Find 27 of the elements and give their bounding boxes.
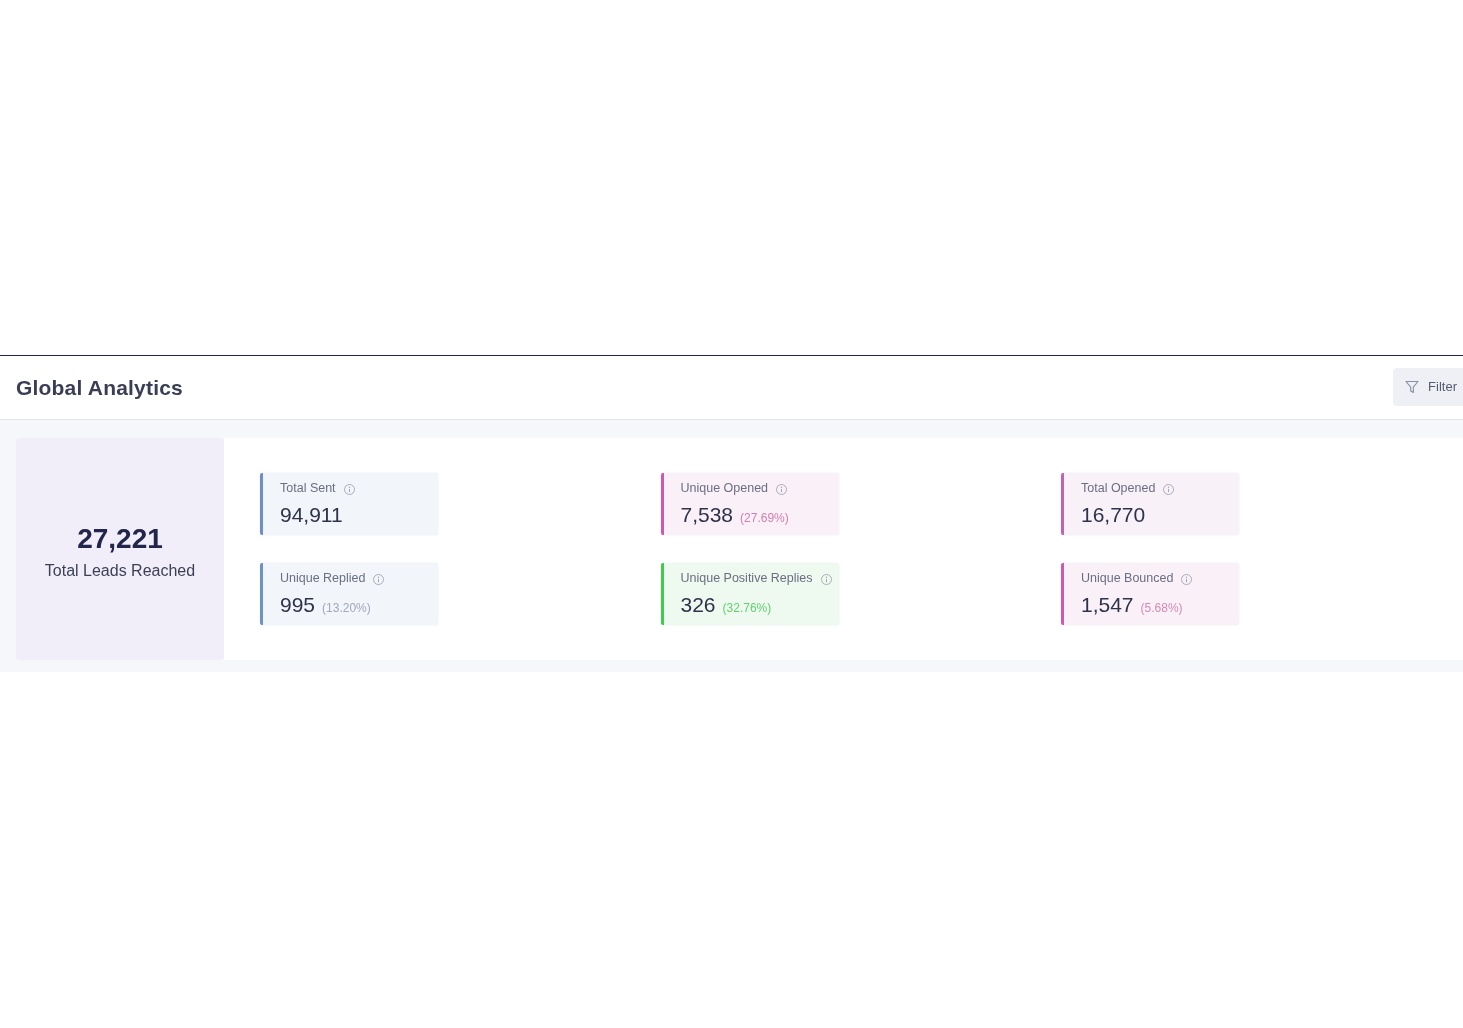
info-icon (1181, 573, 1193, 585)
stat-label: Unique Opened (680, 481, 769, 495)
stat-value: 7,538 (680, 503, 734, 527)
filter-icon (1405, 379, 1420, 394)
stat-value: 94,911 (280, 503, 343, 527)
stat-value: 995 (280, 593, 316, 617)
stat-label: Unique Bounced (1081, 571, 1174, 585)
stat-label: Unique Replied (280, 571, 366, 585)
page-title: Global Analytics (16, 375, 183, 400)
summary-value: 27,221 (77, 521, 163, 556)
stat-value: 1,547 (1081, 593, 1134, 617)
stat-label: Total Sent (280, 481, 336, 495)
summary-label: Total Leads Reached (44, 560, 196, 581)
stat-label: Total Opened (1081, 481, 1156, 495)
info-icon (343, 483, 355, 495)
stat-value: 16,770 (1081, 503, 1146, 527)
stat-percent: (32.76%) (722, 601, 772, 615)
stat-percent: (5.68%) (1140, 601, 1183, 615)
stat-percent: (27.69%) (740, 511, 789, 525)
stat-percent: (13.20%) (322, 601, 371, 615)
info-icon (776, 483, 788, 495)
stat-label: Unique Positive Replies (680, 571, 813, 585)
stat-value: 326 (680, 593, 716, 617)
info-icon (820, 573, 832, 585)
info-icon (1163, 483, 1175, 495)
filter-button[interactable]: Filter (1393, 367, 1463, 406)
info-icon (373, 573, 385, 585)
